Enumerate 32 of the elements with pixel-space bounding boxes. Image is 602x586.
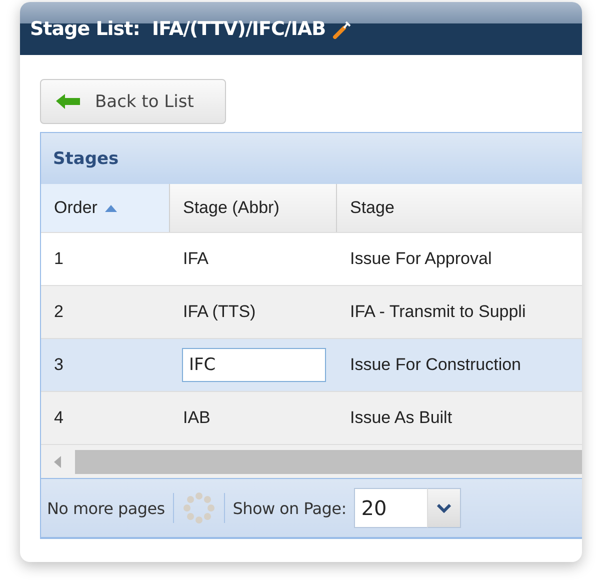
table-row[interactable]: 4 IAB Issue As Built <box>41 391 582 444</box>
back-button[interactable]: Back to List <box>40 79 226 124</box>
table-cell-text: IAB <box>182 407 212 429</box>
column-header[interactable]: Order <box>41 184 170 233</box>
table-cell-text: Issue As Built <box>349 407 454 429</box>
page-size-label: Show on Page: <box>232 498 346 518</box>
table-row[interactable]: 1 IFA Issue For Approval <box>41 232 582 285</box>
table-row[interactable]: 2 IFA (TTS) IFA - Transmit to Suppli <box>41 285 582 338</box>
table-cell-text: IFA <box>182 248 210 270</box>
page-size-field[interactable]: 20 <box>354 488 428 528</box>
table-cell-text: 1 <box>53 248 64 270</box>
pager-status: No more pages <box>47 498 165 518</box>
table-cell-text: IFA - Transmit to Suppli <box>349 301 527 323</box>
column-header[interactable]: Stage <box>337 184 582 233</box>
grid-title: Stages <box>53 148 119 168</box>
sort-ascending-icon <box>105 204 118 212</box>
horizontal-scrollbar[interactable] <box>41 444 582 478</box>
table-cell-text: Issue For Construction <box>349 354 522 376</box>
chevron-down-icon <box>437 504 452 512</box>
table-row[interactable]: 3 IFC Issue For Construction <box>41 338 582 391</box>
table-cell-text: 3 <box>53 354 64 376</box>
table-cell-text: IFA (TTS) <box>182 301 257 323</box>
column-header[interactable]: Stage (Abbr) <box>170 184 337 233</box>
dropdown-button[interactable] <box>427 488 462 528</box>
window-title: Stage List: IFA/(TTV)/IFC/IAB <box>30 18 326 40</box>
arrow-left-icon <box>55 92 81 110</box>
wrench-icon[interactable] <box>332 18 352 38</box>
cell-editor-field[interactable]: IFC <box>182 348 326 382</box>
loading-icon <box>182 491 216 525</box>
table-cell-text: Issue For Approval <box>349 248 493 270</box>
table-cell-text: 2 <box>53 301 64 323</box>
table-cell-text: 4 <box>53 407 64 429</box>
